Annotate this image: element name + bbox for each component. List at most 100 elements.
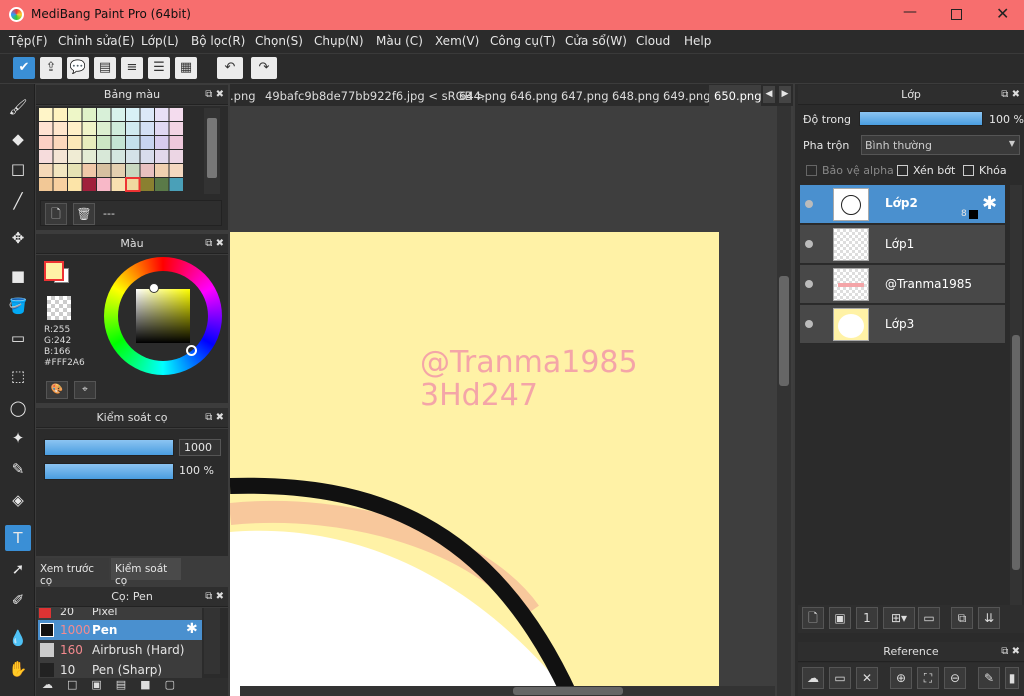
color-swatch[interactable] [53, 122, 68, 135]
select-pen-icon[interactable]: ✎ [5, 456, 31, 482]
merge-layer-icon[interactable]: ⇊ [978, 607, 1000, 629]
color-swatch[interactable] [68, 178, 82, 191]
layer-scrollbar[interactable] [1010, 185, 1022, 605]
color-swatch[interactable] [140, 164, 155, 177]
tab-document-active[interactable]: 650.png [714, 89, 762, 103]
color-swatch[interactable] [68, 164, 82, 177]
line-tool-icon[interactable]: ╱ [5, 188, 31, 214]
lock-checkbox[interactable] [963, 165, 974, 176]
layer-row[interactable]: @Tranma1985 [800, 265, 1005, 304]
color-swatch[interactable] [68, 108, 82, 121]
eye-icon[interactable] [805, 280, 813, 288]
panel-controls-icon[interactable]: ⧉ ✖ [205, 587, 224, 607]
color-swatch[interactable] [155, 150, 169, 163]
text-tool-icon[interactable]: T [5, 525, 31, 551]
menu-snap[interactable]: Chụp(N) [314, 34, 364, 48]
menu-filter[interactable]: Bộ lọc(R) [191, 34, 245, 48]
minimize-button[interactable]: — [903, 4, 923, 20]
move-tool-icon[interactable]: ✥ [5, 225, 31, 251]
gear-icon[interactable]: ✱ [982, 193, 997, 214]
panel-controls-icon[interactable]: ⧉ ✖ [1001, 642, 1020, 662]
menu-layer[interactable]: Lớp(L) [141, 34, 179, 48]
color-swatch[interactable] [169, 108, 184, 121]
color-swatch[interactable] [39, 150, 53, 163]
magic-wand-icon[interactable]: ✦ [5, 425, 31, 451]
tab-document[interactable]: 647.png [561, 89, 609, 103]
menu-edit[interactable]: Chỉnh sửa(E) [58, 34, 135, 48]
color-swatch[interactable] [140, 108, 155, 121]
operation-tool-icon[interactable]: ➚ [5, 556, 31, 582]
color-palette-icon[interactable]: 🎨 [46, 381, 68, 399]
color-swatch[interactable] [169, 150, 184, 163]
palette-swatches[interactable] [39, 108, 209, 194]
brush-actions[interactable]: ☁□▣▤■▢ [36, 678, 228, 696]
tab-scroll-left-icon[interactable]: ◀ [763, 86, 775, 103]
layer-opacity-slider[interactable] [859, 111, 983, 126]
canvas-vscrollbar[interactable] [777, 106, 791, 696]
color-swatch[interactable] [125, 177, 141, 192]
divide-tool-icon[interactable]: ✐ [5, 587, 31, 613]
menu-tools[interactable]: Công cụ(T) [490, 34, 556, 48]
color-swatch[interactable] [140, 150, 155, 163]
panel-controls-icon[interactable]: ⧉ ✖ [205, 234, 224, 254]
color-swatch[interactable] [68, 122, 82, 135]
eye-icon[interactable] [805, 240, 813, 248]
tab-brush-preview[interactable]: Xem trước cọ [36, 558, 109, 587]
list-item[interactable]: 1000 Pen ✱ [38, 620, 202, 640]
color-swatch[interactable] [53, 178, 68, 191]
color-swatch[interactable] [111, 178, 126, 191]
tab-document[interactable]: 646.png [510, 89, 558, 103]
color-swatch[interactable] [155, 164, 169, 177]
menu-view[interactable]: Xem(V) [435, 34, 479, 48]
new-1bit-layer-icon[interactable]: 1 [856, 607, 878, 629]
panel-controls-icon[interactable]: ⧉ ✖ [205, 408, 224, 428]
color-swatch[interactable] [140, 178, 155, 191]
blend-mode-select[interactable]: Bình thường ▼ [861, 135, 1020, 155]
menu-help[interactable]: Help [684, 34, 711, 48]
hand-tool-icon[interactable]: ✋ [5, 656, 31, 682]
clipping-checkbox[interactable] [897, 165, 908, 176]
tab-brush-control[interactable]: Kiểm soát cọ [111, 558, 181, 587]
list-item[interactable]: 10 Pen (Sharp) [38, 660, 202, 680]
color-swatch[interactable] [126, 164, 140, 177]
color-swatch[interactable] [126, 150, 140, 163]
color-swatch[interactable] [169, 122, 184, 135]
new-halftone-layer-icon[interactable]: ▣ [829, 607, 851, 629]
color-swatch[interactable] [39, 136, 53, 149]
color-swatch[interactable] [68, 136, 82, 149]
new-layer-icon[interactable]: 🗋 [802, 607, 824, 629]
menu-window[interactable]: Cửa sổ(W) [565, 34, 627, 48]
list-icon[interactable]: ☰ [148, 57, 170, 79]
speech-bubble-icon[interactable]: 💬 [67, 57, 89, 79]
color-swatch[interactable] [111, 150, 126, 163]
color-swatch[interactable] [155, 108, 169, 121]
eye-icon[interactable] [805, 320, 813, 328]
folder-icon[interactable]: ▭ [918, 607, 940, 629]
zoom-out-icon[interactable]: ⊖ [944, 667, 966, 689]
color-swatch[interactable] [39, 164, 53, 177]
tab-scroll-right-icon[interactable]: ▶ [779, 86, 791, 103]
maximize-button[interactable] [951, 9, 962, 20]
color-swatch[interactable] [169, 136, 184, 149]
color-swatch[interactable] [53, 150, 68, 163]
brush-size-value[interactable]: 1000 [179, 439, 221, 456]
tab-document[interactable]: 644.png [459, 89, 507, 103]
brush-size-slider[interactable] [44, 439, 174, 456]
eyedropper-icon[interactable]: ⌖ [74, 381, 96, 399]
menu-color[interactable]: Màu (C) [376, 34, 423, 48]
color-swatch[interactable] [82, 150, 97, 163]
eyedropper-tool-icon[interactable]: 💧 [5, 625, 31, 651]
transparent-color-swatch[interactable] [47, 296, 71, 320]
color-swatch[interactable] [39, 122, 53, 135]
color-swatch[interactable] [39, 178, 53, 191]
hue-wheel[interactable] [104, 257, 222, 375]
hue-handle[interactable] [186, 345, 197, 356]
panel-controls-icon[interactable]: ⧉ ✖ [1001, 85, 1020, 105]
color-swatch[interactable] [140, 136, 155, 149]
color-swatch[interactable] [155, 178, 169, 191]
document-icon[interactable]: ≡ [121, 57, 143, 79]
color-swatch[interactable] [126, 108, 140, 121]
color-swatch[interactable] [155, 122, 169, 135]
menu-cloud[interactable]: Cloud [636, 34, 670, 48]
color-swatch[interactable] [82, 108, 97, 121]
